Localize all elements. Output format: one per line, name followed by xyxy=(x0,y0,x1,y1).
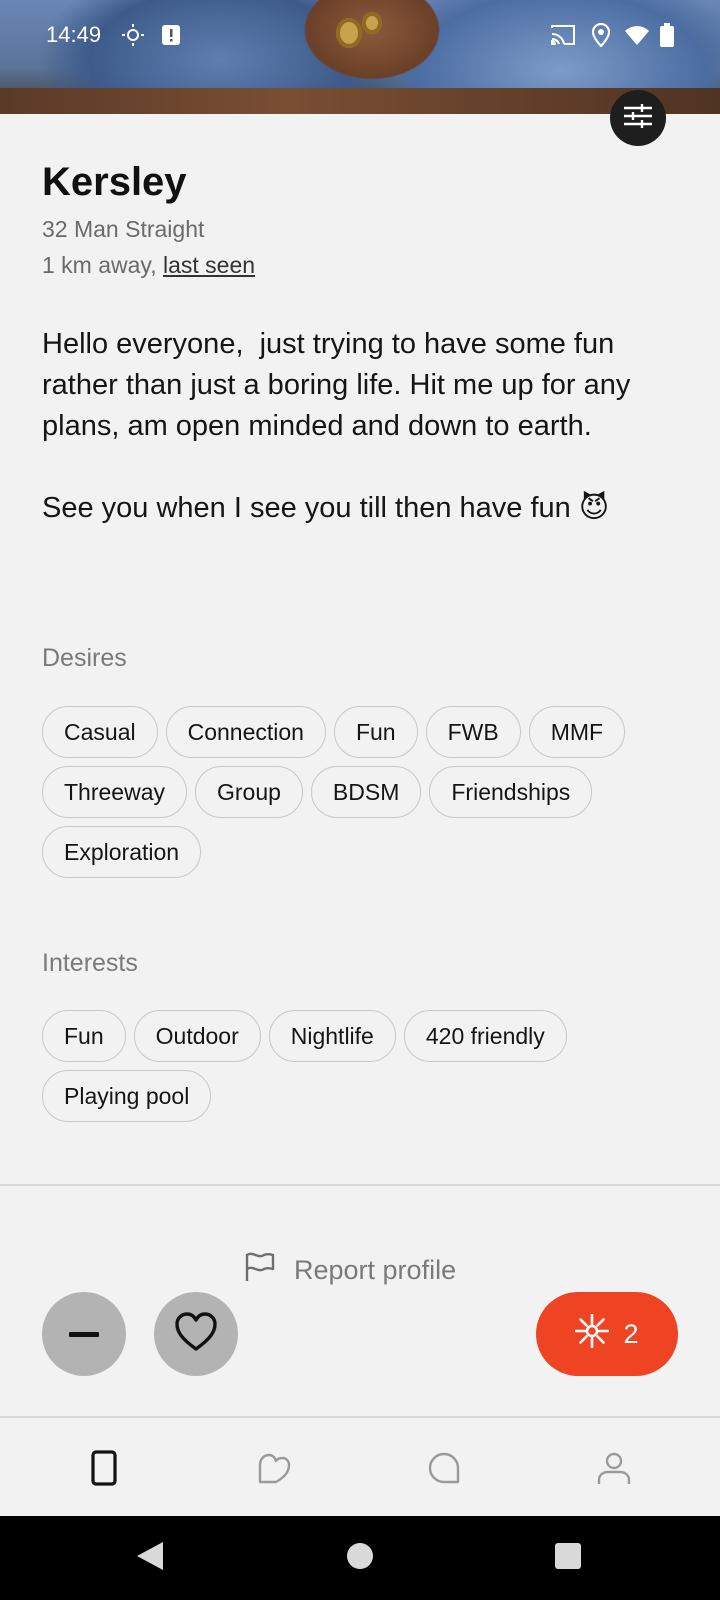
interest-chip: Nightlife xyxy=(268,1010,396,1062)
cast-icon xyxy=(550,22,576,48)
desires-title: Desires xyxy=(42,644,127,672)
location-icon xyxy=(588,22,614,48)
nav-profile[interactable] xyxy=(594,1450,634,1490)
bottom-nav xyxy=(0,1416,720,1518)
boost-button[interactable]: 2 xyxy=(536,1292,678,1376)
flag-icon xyxy=(244,1252,276,1289)
nav-likes[interactable] xyxy=(254,1450,294,1490)
profile-name: Kersley xyxy=(42,160,187,204)
desire-chip: MMF xyxy=(528,706,626,758)
nav-chat[interactable] xyxy=(424,1450,464,1490)
sliders-icon xyxy=(624,103,652,133)
report-label: Report profile xyxy=(294,1255,457,1285)
recents-button[interactable] xyxy=(550,1540,586,1576)
interests-title: Interests xyxy=(42,949,138,977)
last-seen-link[interactable]: last seen xyxy=(163,252,255,278)
desires-chips: Casual Connection Fun FWB MMF Threeway G… xyxy=(42,706,682,878)
alert-icon xyxy=(158,22,184,48)
desire-chip: Threeway xyxy=(42,766,187,818)
system-nav-bar xyxy=(0,1516,720,1600)
back-icon xyxy=(135,1540,165,1577)
interest-chip: 420 friendly xyxy=(403,1010,567,1062)
profile-icon xyxy=(597,1451,631,1490)
desire-chip: Casual xyxy=(42,706,158,758)
home-button[interactable] xyxy=(342,1540,378,1576)
wifi-icon xyxy=(624,22,650,48)
cards-icon xyxy=(91,1449,117,1491)
battery-icon xyxy=(654,22,680,48)
interests-chips: Fun Outdoor Nightlife 420 friendly Playi… xyxy=(42,1010,682,1122)
desire-chip: Group xyxy=(194,766,303,818)
desire-chip: FWB xyxy=(425,706,521,758)
desire-chip: Exploration xyxy=(42,826,202,878)
boost-count: 2 xyxy=(623,1318,639,1349)
profile-summary: 32 Man Straight xyxy=(42,216,205,242)
status-bar: 14:49 xyxy=(0,0,720,72)
desire-chip: Connection xyxy=(165,706,326,758)
home-icon xyxy=(346,1542,374,1575)
dismiss-button[interactable] xyxy=(42,1292,126,1376)
desire-chip: BDSM xyxy=(310,766,422,818)
filter-button[interactable] xyxy=(610,90,666,146)
spark-icon xyxy=(575,1313,610,1355)
heart-icon xyxy=(174,1311,218,1357)
likes-icon xyxy=(257,1452,291,1489)
section-divider xyxy=(0,1184,720,1186)
profile-distance: 1 km away, xyxy=(42,252,157,278)
interest-chip: Fun xyxy=(42,1010,126,1062)
recents-icon xyxy=(554,1542,582,1575)
status-time: 14:49 xyxy=(46,22,102,47)
desire-chip: Fun xyxy=(333,706,418,758)
like-button[interactable] xyxy=(154,1292,238,1376)
profile-distance-row: 1 km away, last seen xyxy=(42,252,255,279)
back-button[interactable] xyxy=(132,1540,168,1576)
interest-chip: Playing pool xyxy=(42,1070,212,1122)
nav-cards[interactable] xyxy=(84,1449,124,1491)
report-profile-button[interactable]: Report profile xyxy=(244,1252,456,1289)
brightness-icon xyxy=(120,22,146,48)
minus-icon xyxy=(69,1325,99,1343)
chat-icon xyxy=(428,1452,460,1489)
desire-chip: Friendships xyxy=(429,766,593,818)
profile-bio: Hello everyone, just trying to have some… xyxy=(42,328,631,524)
interest-chip: Outdoor xyxy=(133,1010,261,1062)
